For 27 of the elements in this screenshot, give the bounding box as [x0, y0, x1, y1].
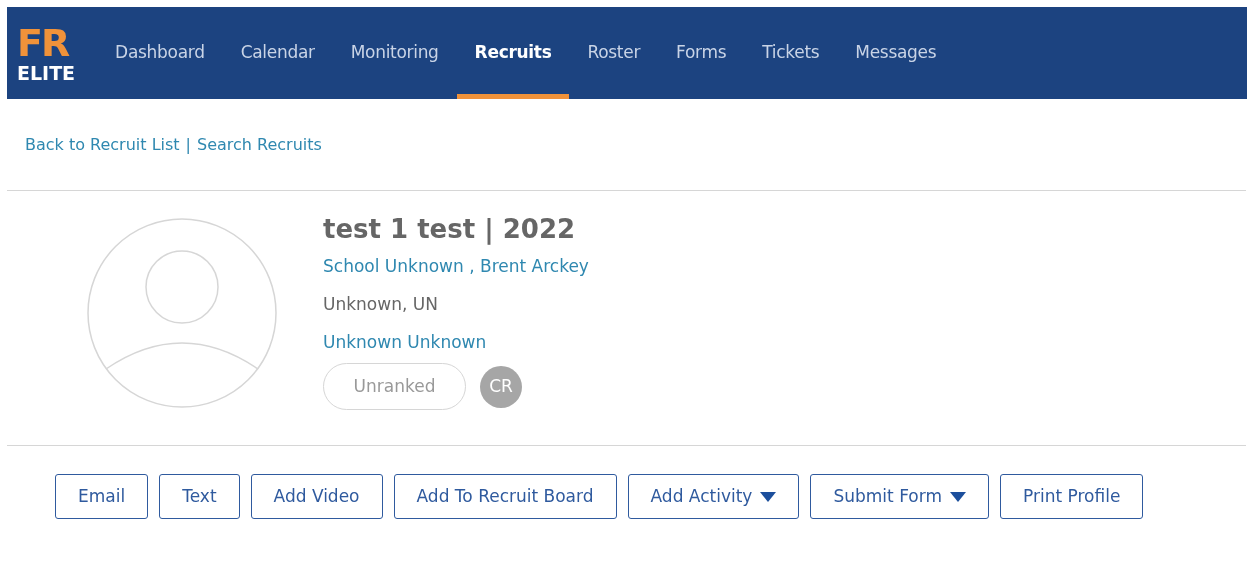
action-button[interactable]: Add To Recruit Board — [393, 474, 617, 519]
nav-tab[interactable]: Messages — [837, 7, 955, 99]
caret-icon — [949, 491, 966, 502]
nav-tab[interactable]: Dashboard — [97, 7, 223, 99]
location: Unknown, UN — [323, 293, 439, 316]
nav-tab[interactable]: Recruits — [456, 7, 570, 99]
action-button[interactable]: Email — [55, 474, 149, 519]
action-button[interactable]: Submit Form — [810, 474, 989, 519]
nav-tab[interactable]: Monitoring — [332, 7, 457, 99]
search-link[interactable]: Search Recruits — [197, 132, 322, 157]
position-link[interactable]: Unknown Unknown — [323, 329, 589, 355]
action-button[interactable]: Text — [159, 474, 240, 519]
action-button[interactable]: Add Activity — [627, 474, 800, 519]
recruit-name: test 1 test | 2022 — [323, 213, 577, 247]
nav-tab[interactable]: Calendar — [222, 7, 333, 99]
nav-tab[interactable]: Forms — [658, 7, 745, 99]
school-link[interactable]: School Unknown , Brent Arckey — [323, 253, 589, 279]
avatar-silhouette-icon — [86, 217, 278, 409]
caret-icon — [760, 491, 777, 502]
action-button[interactable]: Print Profile — [999, 474, 1144, 519]
nav-tab[interactable]: Roster — [569, 7, 659, 99]
back-link[interactable]: Back to Recruit List — [25, 132, 180, 157]
separator: | — [185, 133, 191, 156]
logo[interactable]: FR ELITE — [17, 7, 76, 99]
action-button[interactable]: Add Video — [250, 474, 383, 519]
initials-avatar: CR — [480, 365, 522, 408]
nav-tab[interactable]: Tickets — [744, 7, 838, 99]
